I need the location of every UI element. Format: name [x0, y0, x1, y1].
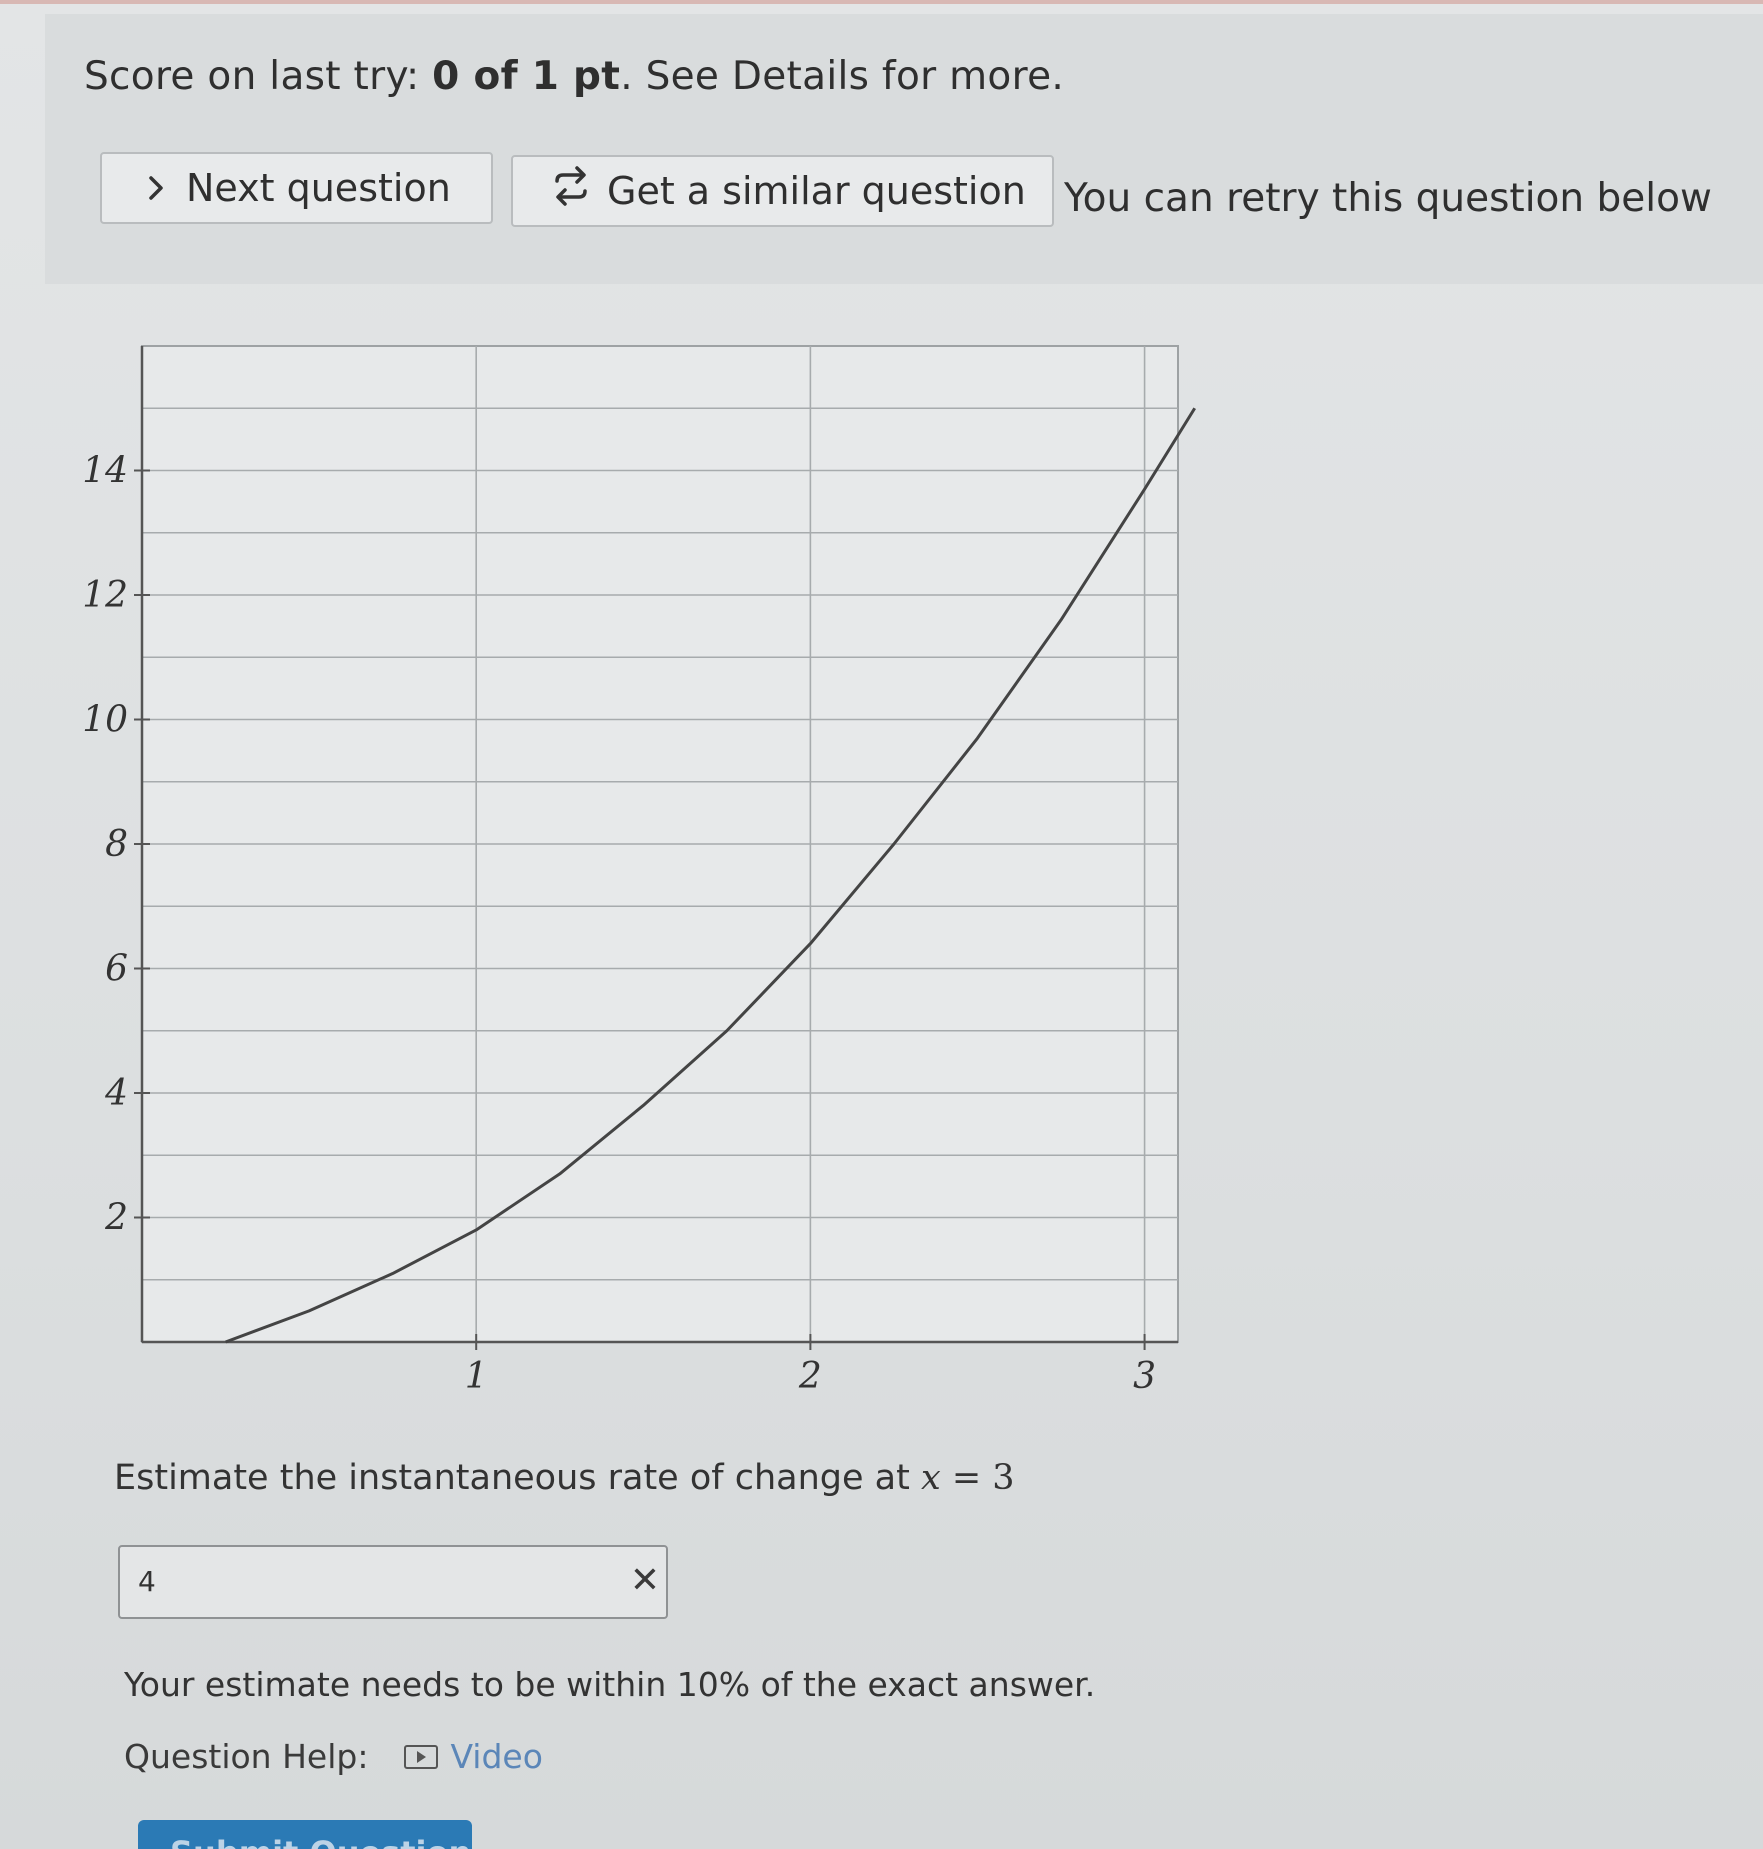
y-tick-label: 2: [104, 1198, 128, 1239]
next-question-label: Next question: [186, 166, 451, 210]
similar-question-label: Get a similar question: [607, 169, 1026, 213]
help-label: Question Help:: [124, 1737, 369, 1776]
top-rule: [0, 0, 1763, 4]
y-tick-label: 10: [82, 700, 128, 741]
refresh-icon: [551, 165, 591, 218]
similar-question-button[interactable]: Get a similar question: [511, 155, 1054, 227]
video-label: Video: [450, 1737, 543, 1776]
question-help: Question Help: Video: [124, 1737, 543, 1776]
tolerance-note: Your estimate needs to be within 10% of …: [124, 1665, 1096, 1704]
submit-question-button[interactable]: Submit Question: [138, 1820, 472, 1849]
video-help-link[interactable]: Video: [404, 1737, 543, 1776]
next-question-button[interactable]: Next question: [100, 152, 493, 224]
incorrect-icon: ✕: [629, 1560, 660, 1601]
score-suffix: . See Details for more.: [620, 54, 1065, 99]
x-tick-label: 3: [1133, 1356, 1156, 1397]
math-variable: x: [920, 1458, 941, 1498]
answer-input[interactable]: 4 ✕: [118, 1545, 668, 1619]
y-tick-label: 14: [82, 451, 128, 492]
function-graph: 24681012141 2 3: [82, 345, 1196, 1397]
score-summary: Score on last try: 0 of 1 pt. See Detail…: [84, 54, 1064, 99]
video-play-icon: [404, 1744, 439, 1769]
chevron-right-icon: [148, 166, 164, 210]
y-tick-label: 12: [82, 575, 128, 616]
prompt-text: Estimate the instantaneous rate of chang…: [114, 1458, 921, 1498]
y-tick-label: 8: [105, 824, 128, 865]
x-tick-label: 1: [465, 1356, 488, 1397]
score-value: 0 of 1 pt: [432, 54, 621, 99]
score-prefix: Score on last try:: [84, 54, 433, 99]
retry-note: You can retry this question below: [1064, 176, 1712, 221]
submit-label: Submit Question: [170, 1834, 471, 1849]
answer-value: 4: [138, 1565, 156, 1598]
x-tick-label: 2: [798, 1356, 822, 1397]
y-tick-label: 6: [105, 949, 128, 990]
page: Score on last try: 0 of 1 pt. See Detail…: [0, 0, 1763, 1849]
question-prompt: Estimate the instantaneous rate of chang…: [114, 1458, 1015, 1498]
y-tick-label: 4: [104, 1073, 128, 1114]
math-equation: = 3: [940, 1458, 1015, 1498]
